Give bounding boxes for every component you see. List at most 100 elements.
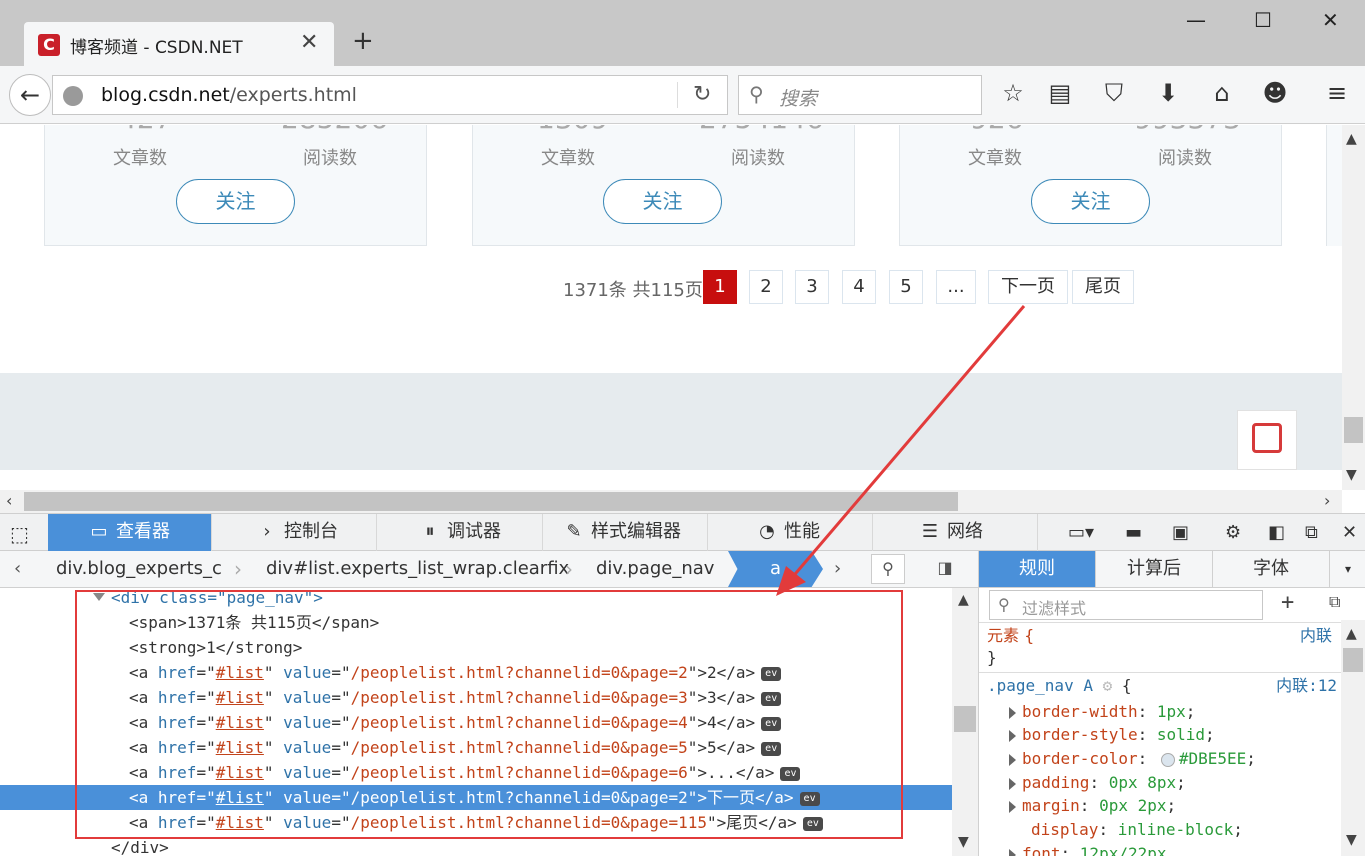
close-devtools-icon[interactable]: ✕ [1342, 522, 1357, 543]
maximize-icon[interactable]: ☐ [1254, 8, 1272, 32]
event-badge[interactable]: ev [761, 716, 782, 731]
markup-line-div-close[interactable]: </div> [0, 835, 952, 856]
declaration[interactable]: padding: 0px 8px; [1009, 771, 1186, 795]
toggle-classes-icon[interactable]: ⧉ [1329, 592, 1340, 612]
declaration[interactable]: margin: 0px 2px; [1009, 794, 1176, 818]
tab-console[interactable]: › 控制台 [212, 514, 377, 551]
menu-icon[interactable]: ≡ [1322, 79, 1352, 107]
new-tab-icon[interactable]: + [352, 26, 374, 56]
feedback-float-icon[interactable] [1237, 410, 1297, 470]
tab-debugger[interactable]: ⏸ 调试器 [377, 514, 543, 551]
filter-styles-input[interactable]: ⚲ 过滤样式 [989, 590, 1263, 620]
home-icon[interactable]: ⌂ [1207, 79, 1237, 107]
download-icon[interactable]: ⬇ [1153, 79, 1183, 107]
follow-button[interactable]: 关注 [603, 179, 722, 224]
markup-line-link-selected[interactable]: <a href="#list" value="/peoplelist.html?… [0, 785, 952, 810]
tab-fonts[interactable]: 字体 [1213, 551, 1330, 587]
tab-performance[interactable]: ◔ 性能 [708, 514, 873, 551]
href-value[interactable]: #list [216, 813, 264, 832]
scroll-up-icon[interactable]: ▲ [1346, 626, 1357, 642]
markup-line-span[interactable]: <span>1371条 共115页</span> [0, 610, 952, 635]
close-tab-icon[interactable]: ✕ [300, 30, 318, 55]
pocket-icon[interactable]: ⛉ [1099, 79, 1129, 107]
follow-button[interactable]: 关注 [176, 179, 295, 224]
href-value[interactable]: #list [216, 688, 264, 707]
responsive-mode-icon[interactable]: ▣ [1172, 522, 1189, 543]
back-icon[interactable]: ← [9, 74, 51, 116]
emoji-icon[interactable]: ☻ [1260, 79, 1290, 107]
tab-computed[interactable]: 计算后 [1096, 551, 1213, 587]
tab-rules[interactable]: 规则 [979, 551, 1096, 587]
settings-gear-icon[interactable]: ⚙ [1225, 522, 1241, 543]
search-html-icon[interactable]: ⚲ [871, 554, 905, 584]
scroll-thumb[interactable] [1344, 417, 1363, 443]
href-value[interactable]: #list [216, 788, 264, 807]
page-horizontal-scrollbar[interactable]: ‹ › [0, 490, 1342, 513]
breadcrumb-back-icon[interactable]: ‹ [14, 558, 21, 579]
breadcrumb-item[interactable]: div.page_nav [596, 558, 714, 579]
window-close-icon[interactable]: ✕ [1322, 8, 1339, 32]
follow-button[interactable]: 关注 [1031, 179, 1150, 224]
color-swatch[interactable] [1160, 752, 1175, 767]
markup-line-strong[interactable]: <strong>1</strong> [0, 635, 952, 660]
page-vertical-scrollbar[interactable]: ▲ ▼ [1342, 125, 1365, 490]
page-5-button[interactable]: 5 [889, 270, 923, 304]
declaration[interactable]: border-color: #DBE5EE; [1009, 747, 1256, 771]
tab-style-editor[interactable]: ✎ 样式编辑器 [543, 514, 708, 551]
scroll-down-icon[interactable]: ▼ [1346, 832, 1357, 848]
search-bar[interactable]: ⚲ 搜索 [738, 75, 982, 115]
event-badge[interactable]: ev [761, 691, 782, 706]
scroll-thumb[interactable] [24, 492, 958, 511]
scroll-thumb[interactable] [954, 706, 976, 732]
href-value[interactable]: #list [216, 663, 264, 682]
expand-icon[interactable] [1009, 777, 1016, 790]
bookmark-star-icon[interactable]: ☆ [998, 79, 1028, 107]
toggle-sidebar-icon[interactable]: ◨ [928, 554, 962, 584]
dock-side-icon[interactable]: ◧ [1268, 522, 1285, 543]
declaration[interactable]: border-style: solid; [1009, 723, 1215, 747]
url-bar[interactable]: blog.csdn.net/experts.html ↻ [52, 75, 728, 115]
reload-icon[interactable]: ↻ [693, 82, 711, 107]
selector-rule[interactable]: .page_nav A ⚙ {内联:12 [987, 674, 1337, 698]
markup-line-div-open[interactable]: <div class="page_nav"> [0, 588, 952, 610]
markup-line-link[interactable]: <a href="#list" value="/peoplelist.html?… [0, 735, 952, 760]
split-console-icon[interactable]: ▬ [1125, 522, 1142, 543]
page-2-button[interactable]: 2 [749, 270, 783, 304]
scroll-down-icon[interactable]: ▼ [1346, 467, 1357, 483]
markup-line-link[interactable]: <a href="#list" value="/peoplelist.html?… [0, 660, 952, 685]
element-picker-icon[interactable]: ⬚ [10, 522, 29, 546]
undock-icon[interactable]: ⧉ [1305, 522, 1318, 543]
event-badge[interactable]: ev [799, 791, 820, 806]
last-page-button[interactable]: 尾页 [1072, 270, 1134, 304]
href-value[interactable]: #list [216, 713, 264, 732]
scroll-down-icon[interactable]: ▼ [958, 834, 969, 850]
rules-scrollbar[interactable]: ▲ ▼ [1341, 620, 1365, 856]
reading-list-icon[interactable]: ▤ [1045, 79, 1075, 107]
scroll-up-icon[interactable]: ▲ [1346, 131, 1357, 147]
frame-select-icon[interactable]: ▭▾ [1068, 522, 1094, 543]
rule-source-link[interactable]: 内联 [1300, 624, 1332, 648]
href-value[interactable]: #list [216, 738, 264, 757]
declaration[interactable]: font: 12px/22px [1009, 842, 1167, 856]
expand-icon[interactable] [1009, 848, 1016, 856]
element-rule[interactable]: 元素 {内联 [987, 624, 1332, 648]
breadcrumb-item-active[interactable]: a [728, 551, 823, 587]
rule-source-link[interactable]: 内联:12 [1276, 674, 1337, 698]
url-text[interactable]: blog.csdn.net/experts.html [101, 84, 357, 106]
event-badge[interactable]: ev [761, 741, 782, 756]
event-badge[interactable]: ev [802, 816, 823, 831]
tab-network[interactable]: ☰ 网络 [873, 514, 1038, 551]
scroll-up-icon[interactable]: ▲ [958, 592, 969, 608]
add-rule-icon[interactable]: + [1281, 590, 1294, 615]
event-badge[interactable]: ev [780, 766, 801, 781]
page-4-button[interactable]: 4 [842, 270, 876, 304]
expand-icon[interactable] [1009, 729, 1016, 742]
expand-icon[interactable] [1009, 800, 1016, 813]
expand-twisty-icon[interactable] [93, 593, 105, 601]
declaration[interactable]: display: inline-block; [1031, 818, 1243, 842]
scroll-right-icon[interactable]: › [1324, 491, 1330, 510]
markup-line-link[interactable]: <a href="#list" value="/peoplelist.html?… [0, 810, 952, 835]
tab-inspector[interactable]: ▭ 查看器 [48, 514, 212, 551]
more-tabs-icon[interactable]: ▾ [1330, 551, 1365, 587]
expand-icon[interactable] [1009, 706, 1016, 719]
